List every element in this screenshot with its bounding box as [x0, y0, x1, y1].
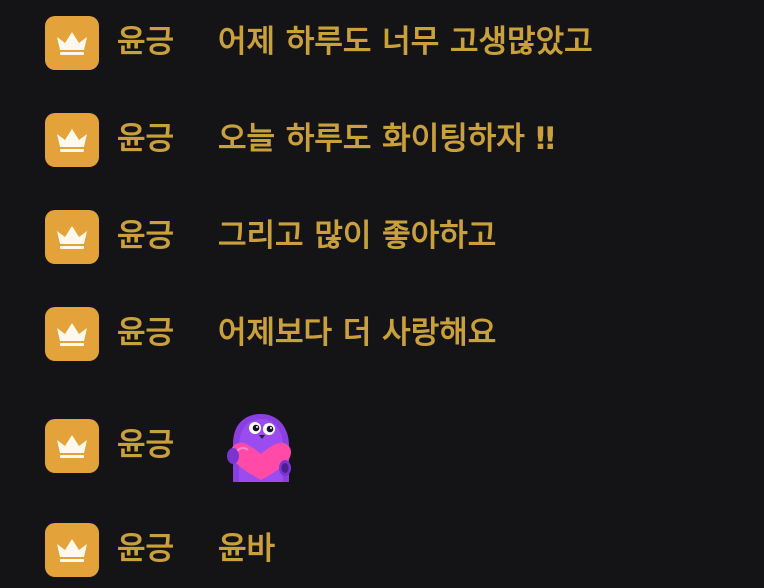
- chat-username[interactable]: 윤긍: [117, 318, 174, 349]
- purple-bird-heart-emote[interactable]: [221, 412, 291, 482]
- chat-message: 윤긍: [0, 412, 764, 487]
- chat-message-text: 어제보다 더 사랑해요: [218, 315, 497, 351]
- subscriber-badge[interactable]: [45, 210, 99, 264]
- crown-icon: [57, 539, 87, 562]
- subscriber-badge[interactable]: [45, 419, 99, 473]
- crown-icon: [57, 226, 87, 249]
- crown-icon: [57, 323, 87, 346]
- chat-message: 윤긍 어제보다 더 사랑해요: [0, 306, 764, 366]
- chat-username[interactable]: 윤긍: [117, 221, 174, 252]
- chat-log: 윤긍 어제 하루도 너무 고생많았고 윤긍 오늘 하루도 화이팅하자 ‼ 윤긍 …: [0, 0, 764, 588]
- crown-icon: [57, 435, 87, 458]
- crown-icon: [57, 32, 87, 55]
- chat-message: 윤긍 윤바: [0, 522, 764, 582]
- subscriber-badge[interactable]: [45, 16, 99, 70]
- chat-message-text: 어제 하루도 너무 고생많았고: [218, 24, 593, 60]
- chat-message-text: 오늘 하루도 화이팅하자 ‼: [218, 121, 556, 157]
- chat-username[interactable]: 윤긍: [117, 124, 174, 155]
- subscriber-badge[interactable]: [45, 113, 99, 167]
- crown-icon: [57, 129, 87, 152]
- subscriber-badge[interactable]: [45, 523, 99, 577]
- subscriber-badge[interactable]: [45, 307, 99, 361]
- chat-message: 윤긍 오늘 하루도 화이팅하자 ‼: [0, 112, 764, 172]
- chat-message-text: 윤바: [218, 531, 276, 567]
- chat-message: 윤긍 그리고 많이 좋아하고: [0, 209, 764, 269]
- chat-username[interactable]: 윤긍: [117, 430, 174, 461]
- chat-username[interactable]: 윤긍: [117, 534, 174, 565]
- chat-message-text: 그리고 많이 좋아하고: [218, 218, 497, 254]
- chat-message: 윤긍 어제 하루도 너무 고생많았고: [0, 15, 764, 75]
- chat-username[interactable]: 윤긍: [117, 27, 174, 58]
